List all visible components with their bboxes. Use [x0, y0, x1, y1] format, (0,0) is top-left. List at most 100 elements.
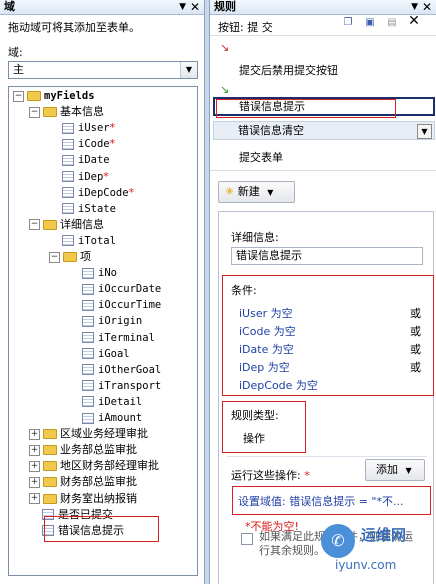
tree-label: iOccurDate [98, 283, 162, 296]
tree-field[interactable]: iTransport [82, 378, 161, 393]
action-link[interactable]: 设置域值: 错误信息提示 = "*不... [238, 493, 403, 509]
tree-label: myFields [44, 90, 95, 102]
close-icon[interactable]: ✕ [190, 0, 200, 14]
rules-pane: 规则 ▼ ✕ 按钮: 提 交 ❐ ▣ ▤ ✕ ↘ 提交后禁用提交按钮 ↘ 错误信… [209, 0, 436, 584]
domain-select-value: 主 [13, 63, 24, 76]
highlight-box [44, 516, 159, 542]
tree-field[interactable]: iTotal [62, 233, 116, 248]
condition-link[interactable]: iUser 为空 [239, 305, 293, 321]
field-icon [62, 187, 74, 199]
new-rule-button[interactable]: ✳ 新建 ▼ [218, 181, 295, 203]
tree-field[interactable]: iUser* [62, 120, 115, 135]
delete-icon[interactable]: ✕ [407, 14, 421, 28]
rule-item-disable-submit[interactable]: 提交后禁用提交按钮 [239, 62, 338, 78]
tree-field[interactable]: iOccurTime [82, 297, 161, 312]
tree-field[interactable]: iGoal [82, 346, 130, 361]
tree-field[interactable]: iDep* [62, 169, 109, 184]
folder-icon [43, 461, 57, 472]
tree-field[interactable]: iDate [62, 152, 110, 167]
clipboard-icon[interactable]: ▤ [385, 17, 399, 29]
control-name: 按钮: 提 交 [218, 21, 273, 34]
tree-label: 项 [80, 250, 91, 263]
tree-group[interactable]: − myFields [13, 88, 95, 103]
collapse-icon[interactable]: − [29, 219, 40, 231]
condition-joiner: 或 [410, 361, 421, 374]
field-icon [62, 171, 74, 182]
tree-group[interactable]: − 基本信息 [29, 104, 104, 119]
tree-label: iDetail [98, 395, 143, 408]
rule-name-input[interactable]: 错误信息提示 [231, 247, 423, 265]
close-icon[interactable]: ✕ [422, 0, 432, 14]
condition-joiner: 或 [410, 307, 421, 320]
rule-item-error-clear[interactable]: 错误信息清空 ▼ [213, 121, 435, 140]
tree-group[interactable]: − 详细信息 [29, 217, 104, 232]
collapse-icon[interactable]: − [49, 251, 60, 263]
tree-field[interactable]: iDepCode* [62, 185, 134, 200]
run-actions-label: 运行这些操作: * [231, 467, 310, 483]
tree-group[interactable]: + 财务部总监审批 [29, 474, 137, 489]
field-icon [82, 364, 94, 376]
tree-group[interactable]: + 地区财务部经理审批 [29, 458, 159, 473]
tree-label: iDepCode [78, 186, 129, 199]
tree-label: iTransport [98, 379, 162, 392]
expand-icon[interactable]: + [29, 476, 40, 488]
stop-processing-checkbox[interactable] [241, 533, 253, 545]
chevron-down-icon[interactable]: ▼ [180, 62, 197, 78]
tree-label: 财务部总监审批 [60, 475, 137, 489]
tree-field[interactable]: iOrigin [82, 313, 142, 328]
fields-pane-description: 拖动域可将其添加至表单。 [8, 21, 140, 34]
watermark-url: iyunv.com [335, 558, 397, 572]
tree-field[interactable]: iNo [82, 265, 117, 280]
highlight-box [216, 99, 396, 118]
tree-label: iTerminal [98, 331, 155, 344]
pane-menu-icon[interactable]: ▼ [411, 0, 418, 14]
tree-label: iCode [78, 138, 110, 151]
expand-icon[interactable]: + [29, 444, 40, 456]
collapse-icon[interactable]: − [29, 106, 40, 118]
fields-pane-title: 域 [4, 0, 15, 13]
tree-field[interactable]: iState [62, 201, 116, 216]
expand-icon[interactable]: + [29, 428, 40, 440]
tree-group[interactable]: + 业务部总监审批 [29, 442, 137, 457]
tree-group[interactable]: − 项 [49, 249, 91, 264]
condition-link[interactable]: iDate 为空 [239, 341, 294, 357]
details-label: 详细信息: [231, 231, 279, 244]
condition-link[interactable]: iDep 为空 [239, 359, 290, 375]
tree-label: 地区财务部经理审批 [60, 459, 159, 473]
condition-link[interactable]: iDepCode 为空 [239, 377, 318, 393]
tree-field[interactable]: iAmount [82, 410, 142, 425]
chevron-down-icon[interactable]: ▼ [417, 124, 432, 139]
tree-field[interactable]: iOccurDate [82, 281, 161, 296]
fields-pane-title-bar: 域 ▼ ✕ [0, 0, 204, 15]
add-action-button[interactable]: 添加 ▼ [365, 459, 425, 481]
domain-select[interactable]: 主 ▼ [8, 61, 198, 79]
tree-label: 基本信息 [60, 105, 104, 119]
tree-field[interactable]: iTerminal [82, 330, 155, 345]
tree-label: iState [78, 202, 116, 215]
paste-icon[interactable]: ▣ [363, 17, 377, 29]
rule-item-submit[interactable]: 提交表单 [239, 149, 283, 165]
expand-icon[interactable]: + [29, 493, 40, 504]
tree-group[interactable]: + 财务室出纳报销 [29, 491, 137, 506]
tree-label: 业务部总监审批 [60, 443, 137, 457]
field-icon [82, 412, 94, 424]
expand-icon[interactable]: + [29, 460, 40, 472]
tree-field[interactable]: iCode* [62, 136, 115, 151]
tree-field[interactable]: iOtherGoal [82, 362, 161, 377]
run-actions-label-text: 运行这些操作: [231, 469, 301, 482]
collapse-icon[interactable]: − [13, 90, 24, 102]
field-icon [82, 315, 94, 327]
required-marker: * [109, 121, 116, 135]
condition-joiner: 或 [410, 343, 421, 356]
tree-label: iDep [78, 170, 104, 183]
conditions-label: 条件: [231, 284, 257, 297]
condition-link[interactable]: iCode 为空 [239, 323, 296, 339]
pane-menu-icon[interactable]: ▼ [179, 0, 186, 14]
tree-group[interactable]: + 区域业务经理审批 [29, 426, 148, 441]
copy-icon[interactable]: ❐ [341, 17, 355, 29]
tree-label: iUser [78, 122, 110, 135]
tree-label: 财务室出纳报销 [60, 491, 137, 505]
field-tree[interactable]: − myFields − 基本信息 iUser* iCode* iDate iDep* iDep… [8, 86, 198, 576]
tree-field[interactable]: iDetail [82, 394, 142, 409]
folder-icon [43, 219, 57, 230]
